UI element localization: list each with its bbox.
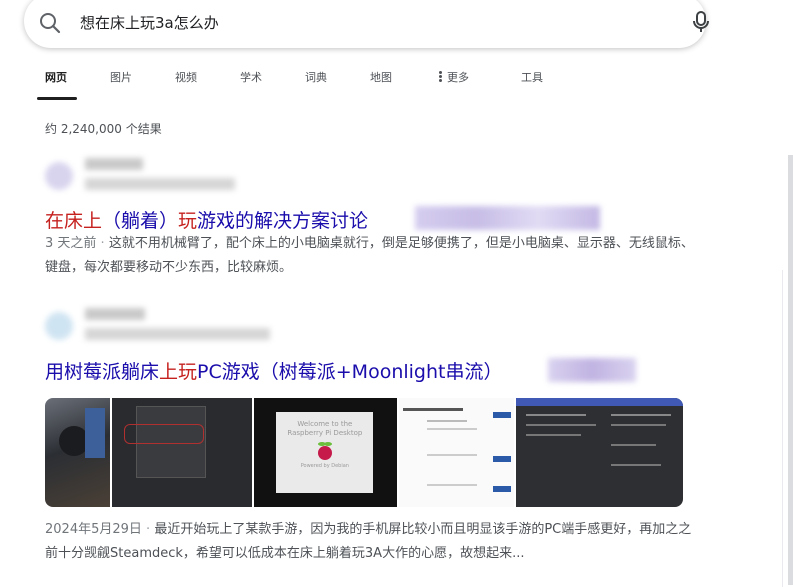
desktop-text: Raspberry Pi Desktop <box>287 429 363 437</box>
result-stats: 约 2,240,000 个结果 <box>45 122 162 136</box>
title-text: PC游戏（树莓派+Moonlight串流） <box>197 361 503 383</box>
title-tail-redacted <box>415 206 600 230</box>
tab-academic[interactable]: 学术 <box>240 69 262 85</box>
thumbnail-button <box>492 412 511 418</box>
search-icon[interactable] <box>38 11 62 35</box>
thumbnail-line <box>525 414 586 416</box>
thumbnail-titlebar <box>515 398 683 406</box>
tab-maps[interactable]: 地图 <box>370 69 392 85</box>
scrollbar[interactable] <box>788 155 793 585</box>
thumbnail-line <box>426 420 467 422</box>
powered-by-text: Powered by Debian <box>300 463 349 469</box>
welcome-text: Welcome to the <box>297 420 353 428</box>
result-1-source[interactable] <box>45 158 285 198</box>
thumbnail-line <box>525 424 596 426</box>
search-box[interactable]: 想在床上玩3a怎么办 <box>24 0 709 48</box>
thumbnail-line <box>525 434 581 436</box>
image-thumbnail[interactable] <box>515 398 683 507</box>
thumbnail-button <box>492 486 511 492</box>
title-text: 用树莓派躺床 <box>45 361 160 383</box>
title-text: 游戏的解决方案讨论 <box>197 210 369 232</box>
raspberry-pi-desktop-screen: Welcome to the Raspberry Pi Desktop Powe… <box>276 412 374 493</box>
active-tab-indicator <box>37 97 77 100</box>
site-favicon <box>45 312 73 340</box>
site-url-redacted <box>85 328 270 340</box>
site-name-redacted <box>85 308 145 320</box>
snippet-text: 最近开始玩上了某款手游，因为我的手机屏比较小而且明显该手游的PC端手感更好，再加… <box>45 522 692 561</box>
tab-videos[interactable]: 视频 <box>175 69 197 85</box>
result-date: 3 天之前 <box>45 236 97 251</box>
thumbnail-line <box>610 444 656 446</box>
title-tail-redacted <box>548 358 636 382</box>
more-vertical-icon <box>439 71 442 82</box>
result-2-image-strip[interactable]: Welcome to the Raspberry Pi Desktop Powe… <box>45 398 683 507</box>
result-1-title[interactable]: 在床上（躺着）玩游戏的解决方案讨论 <box>45 206 368 233</box>
title-text: （躺着） <box>102 210 179 232</box>
image-thumbnail[interactable] <box>45 398 110 507</box>
tab-web[interactable]: 网页 <box>45 69 67 85</box>
thumbnail-button <box>492 456 511 462</box>
site-name-redacted <box>85 158 143 170</box>
image-thumbnail[interactable] <box>398 398 514 507</box>
result-date: 2024年5月29日 <box>45 522 142 537</box>
snippet-text: 这就不用机械臂了，配个床上的小电脑桌就行，倒是足够便携了，但是小电脑桌、显示器、… <box>45 236 694 275</box>
tab-dictionary[interactable]: 词典 <box>305 69 327 85</box>
thumbnail-line <box>610 464 661 466</box>
thumbnail-line <box>610 414 671 416</box>
tab-images[interactable]: 图片 <box>110 69 132 85</box>
thumbnail-object <box>85 408 105 458</box>
image-thumbnail[interactable]: Welcome to the Raspberry Pi Desktop Powe… <box>254 398 397 507</box>
thumbnail-line <box>426 428 477 430</box>
title-highlight: 玩 <box>178 210 198 232</box>
thumbnail-line <box>426 454 477 456</box>
thumbnail-line <box>610 424 666 426</box>
search-tabs: 网页 图片 视频 学术 词典 地图 更多 工具 <box>0 64 793 100</box>
microphone-icon[interactable] <box>690 10 712 34</box>
tab-more-label: 更多 <box>447 71 469 84</box>
image-thumbnail[interactable] <box>111 398 253 507</box>
tab-tools[interactable]: 工具 <box>521 69 543 85</box>
site-url-redacted <box>85 178 235 190</box>
result-2-title[interactable]: 用树莓派躺床上玩PC游戏（树莓派+Moonlight串流） <box>45 357 502 384</box>
raspberry-pi-logo-icon <box>317 442 332 460</box>
result-2-source[interactable] <box>45 308 285 348</box>
site-favicon <box>45 162 73 190</box>
thumbnail-line <box>426 484 477 486</box>
result-1-snippet: 3 天之前 · 这就不用机械臂了，配个床上的小电脑桌就行，倒是足够便携了，但是小… <box>45 236 694 275</box>
search-input[interactable]: 想在床上玩3a怎么办 <box>80 12 219 33</box>
title-highlight: 上玩 <box>159 361 198 383</box>
thumbnail-highlight <box>123 424 204 444</box>
title-highlight: 在床上 <box>45 210 103 232</box>
tab-more[interactable]: 更多 <box>439 69 469 85</box>
thumbnail-line <box>402 408 463 411</box>
result-2-snippet: 2024年5月29日 · 最近开始玩上了某款手游，因为我的手机屏比较小而且明显该… <box>45 522 692 561</box>
